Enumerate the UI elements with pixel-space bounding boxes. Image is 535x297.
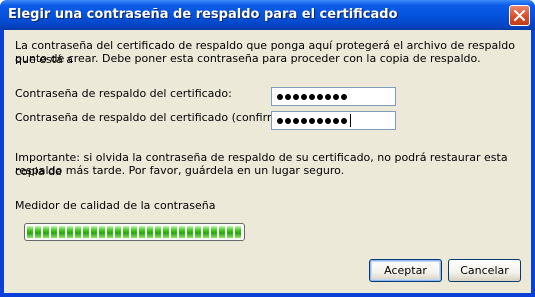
cancel-button[interactable]: Cancelar [448,259,521,282]
meter-segment [203,226,209,238]
meter-segment [219,226,225,238]
title-bar[interactable]: Elegir una contraseña de respaldo para e… [0,0,535,30]
dialog-title: Elegir una contraseña de respaldo para e… [8,7,398,22]
meter-segment [179,226,185,238]
password-field[interactable] [271,87,396,106]
meter-segment [139,226,145,238]
text-caret [350,114,351,127]
meter-fill [27,226,242,238]
meter-segment [171,226,177,238]
meter-segment [107,226,113,238]
confirm-password-field[interactable] [271,111,396,130]
meter-segment [195,226,201,238]
meter-segment [235,226,241,238]
confirm-password-label: Contraseña de respaldo del certificado (… [15,111,297,124]
meter-segment [211,226,217,238]
meter-segment [91,226,97,238]
close-icon [514,10,525,21]
meter-segment [27,226,33,238]
meter-segment [83,226,89,238]
intro-line-2: punto de crear. Debe poner esta contrase… [15,52,481,65]
meter-segment [227,226,233,238]
meter-segment [163,226,169,238]
dialog-window: Elegir una contraseña de respaldo para e… [0,0,535,297]
accept-button[interactable]: Aceptar [369,259,442,282]
password-quality-meter [24,223,245,241]
meter-segment [123,226,129,238]
meter-segment [187,226,193,238]
meter-segment [43,226,49,238]
meter-segment [51,226,57,238]
meter-segment [59,226,65,238]
meter-segment [155,226,161,238]
password-label: Contraseña de respaldo del certificado: [15,87,232,100]
meter-segment [75,226,81,238]
meter-segment [115,226,121,238]
meter-segment [99,226,105,238]
meter-segment [147,226,153,238]
close-button[interactable] [509,5,530,26]
meter-segment [35,226,41,238]
dialog-body: La contraseña del certificado de respald… [4,30,531,293]
meter-segment [67,226,73,238]
warning-line-2: respaldo más tarde. Por favor, guárdela … [15,164,345,177]
meter-segment [131,226,137,238]
meter-label: Medidor de calidad de la contraseña [15,199,216,212]
